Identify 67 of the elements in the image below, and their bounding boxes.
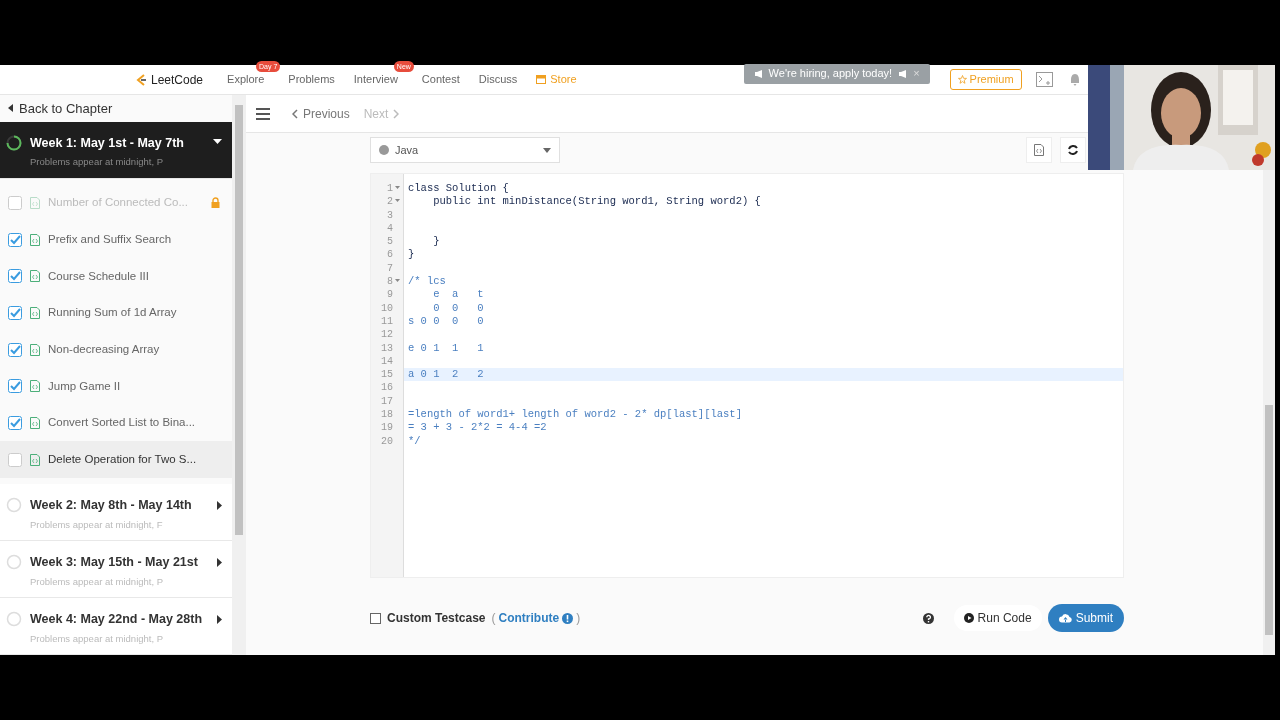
nav-link[interactable]: Problems <box>288 71 335 88</box>
code-line: public int minDistance(String word1, String word2) { <box>432 195 761 208</box>
bracket-text: ) <box>576 610 581 627</box>
line-number: 13 <box>381 342 393 354</box>
problem-item[interactable]: Prefix and Suffix Search <box>0 221 232 258</box>
line-number: 10 <box>381 302 393 314</box>
code-line: e a t <box>432 288 484 301</box>
bracket-text: ( <box>491 610 496 627</box>
line-number: 1 <box>387 183 393 194</box>
line-number: 20 <box>381 435 393 447</box>
code-line: a 0 1 2 2 <box>408 368 484 381</box>
week-subtitle: Problems appear at midnight, F <box>30 517 164 532</box>
previous-button[interactable]: Previous <box>292 104 350 123</box>
nav-link[interactable]: Explore <box>227 71 265 88</box>
problem-item[interactable]: Running Sum of 1d Array <box>0 294 232 332</box>
code-line: 0 0 0 <box>432 301 484 314</box>
line-number: 18 <box>381 409 393 421</box>
nav-link[interactable]: Discuss <box>478 71 518 88</box>
code-line: } <box>408 248 415 261</box>
code-line: e 0 1 1 1 <box>408 341 484 354</box>
problem-item[interactable]: Convert Sorted List to Bina... <box>0 404 232 442</box>
week-subtitle: Problems appear at midnight, P <box>30 574 165 589</box>
week-title: Week 1: May 1st - May 7th <box>30 134 185 152</box>
week-subtitle: Problems appear at midnight, P <box>30 631 165 646</box>
line-number: 14 <box>381 355 393 367</box>
nav-link[interactable]: Contest <box>421 71 460 88</box>
problem-item[interactable]: Delete Operation for Two S... <box>0 441 232 478</box>
logo-text: LeetCode <box>151 71 204 89</box>
code-line: s 0 0 0 0 <box>408 314 484 327</box>
line-number: 19 <box>381 422 393 434</box>
line-number: 12 <box>381 329 393 341</box>
language-select[interactable]: Java <box>370 137 560 163</box>
problem-item[interactable]: Non-decreasing Array <box>0 331 232 368</box>
week-header[interactable]: Week 1: May 1st - May 7th Problems appear at midnight, P <box>0 121 232 179</box>
code-line: =length of word1+ length of word2 - 2* dp[last][last] <box>408 408 742 421</box>
submit-button[interactable]: Submit <box>1047 604 1124 632</box>
line-number: 9 <box>387 289 393 301</box>
code-line: /* lcs <box>408 275 446 288</box>
line-number: 16 <box>381 382 393 394</box>
problem-item[interactable]: Course Schedule III <box>0 257 232 295</box>
line-number: 8 <box>387 276 393 288</box>
line-number: 4 <box>387 222 393 234</box>
code-line: } <box>432 235 440 248</box>
line-number: 3 <box>387 209 393 221</box>
week-header[interactable]: Week 3: May 15th - May 21st Problems appear at midnight, P <box>0 541 232 598</box>
line-number: 11 <box>381 315 393 327</box>
line-number: 15 <box>381 369 393 381</box>
line-number: 7 <box>387 262 393 274</box>
line-number: 6 <box>387 249 393 261</box>
week-header[interactable]: Week 4: May 22nd - May 28th Problems appear at midnight, P <box>0 598 232 655</box>
code-line: */ <box>408 434 421 447</box>
contribute-link[interactable]: Contribute <box>498 609 560 627</box>
code-line: class Solution { <box>408 182 509 194</box>
week-header[interactable]: Week 2: May 8th - May 14th Problems appear at midnight, F <box>0 484 232 541</box>
run-code-button[interactable]: Run Code <box>953 605 1042 631</box>
line-number: 2 <box>387 196 393 208</box>
week-title: Week 4: May 22nd - May 28th <box>30 611 204 628</box>
week-subtitle: Problems appear at midnight, P <box>30 155 165 170</box>
week-title: Week 2: May 8th - May 14th <box>30 497 193 514</box>
problem-item[interactable]: Jump Game II <box>0 367 232 405</box>
week-title: Week 3: May 15th - May 21st <box>30 554 199 571</box>
back-link[interactable]: Back to Chapter <box>0 95 232 122</box>
line-number: 17 <box>381 395 393 407</box>
custom-testcase-label: Custom Testcase <box>387 610 486 627</box>
line-number: 5 <box>387 236 393 248</box>
nav-link[interactable]: Interview <box>353 71 398 88</box>
code-line: = 3 + 3 - 2*2 = 4-4 =2 <box>408 421 547 434</box>
